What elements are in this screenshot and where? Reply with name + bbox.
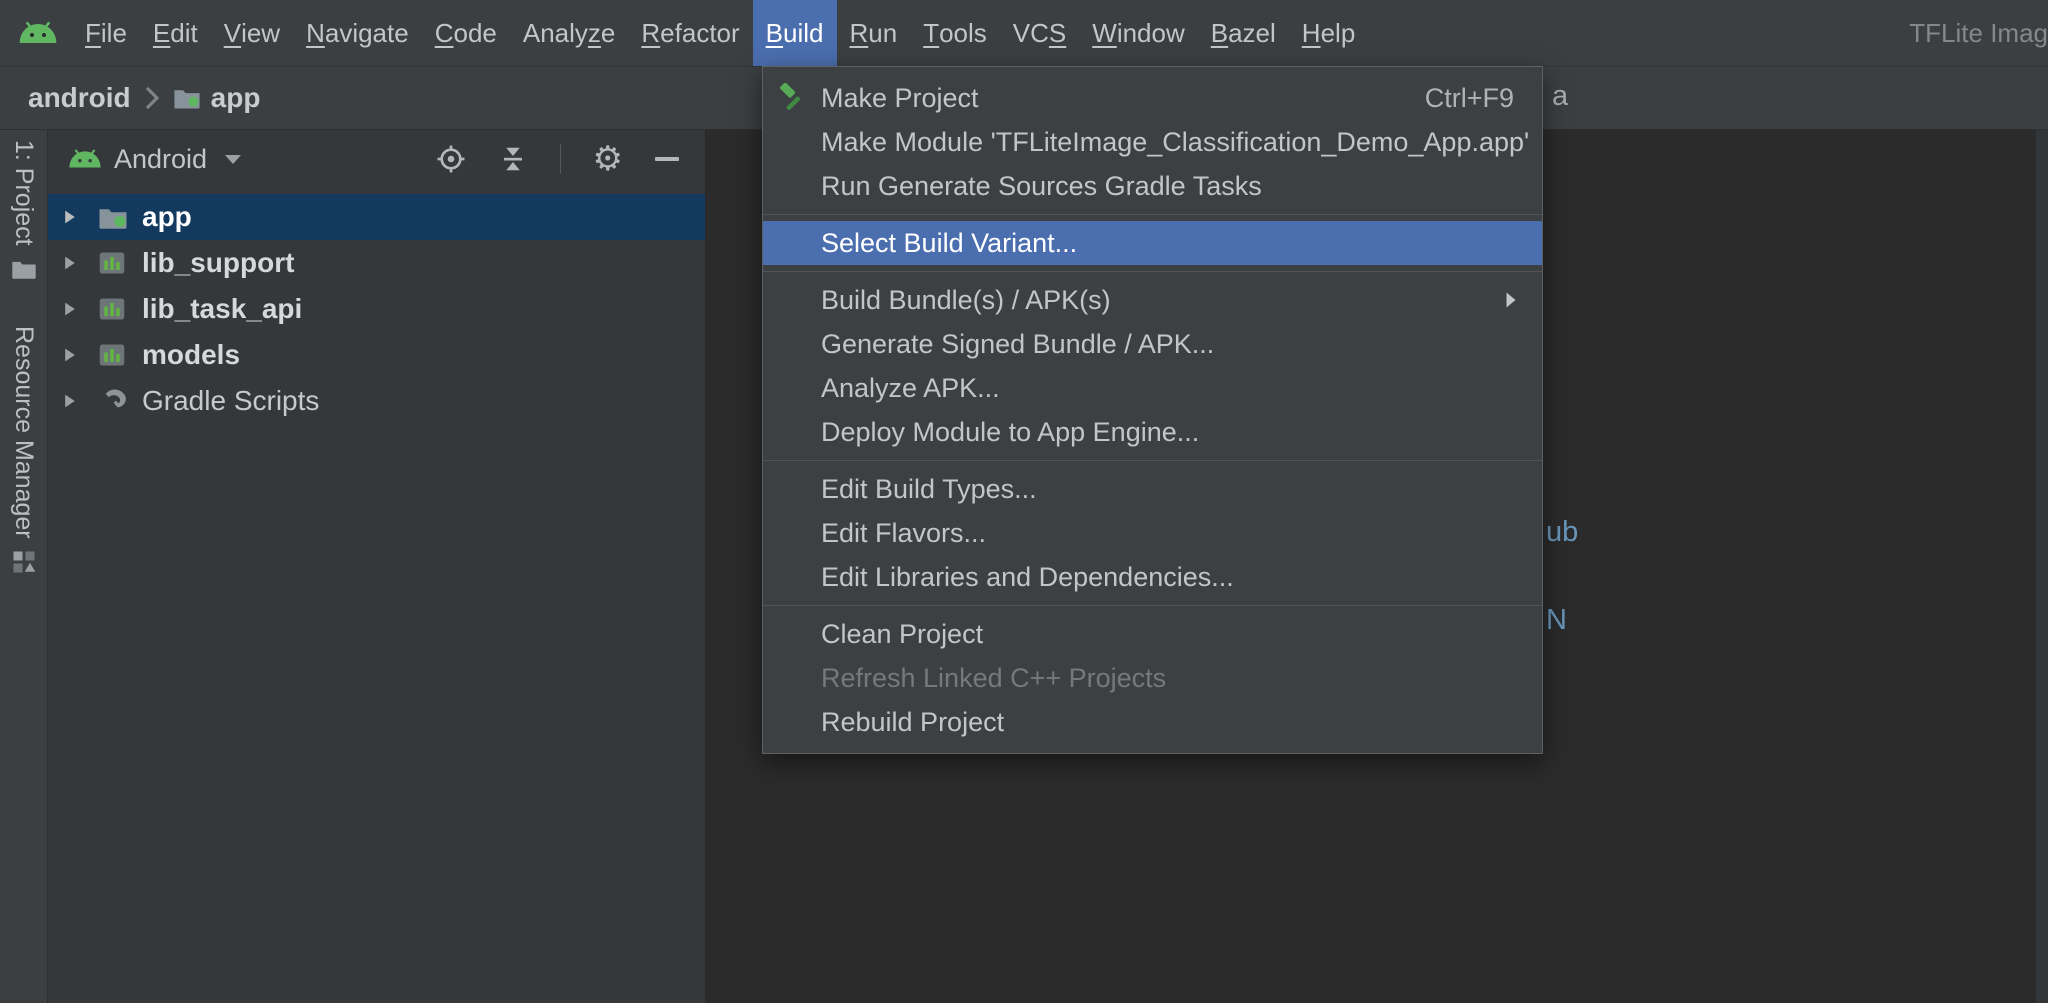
menu-item-refresh-linked-cpp: Refresh Linked C++ Projects: [821, 662, 1167, 693]
menu-vcs[interactable]: VC S: [1000, 0, 1079, 66]
window-title: TFLite Imag: [1909, 17, 2048, 48]
project-tree: app lib_support lib_task_api models Grad…: [48, 194, 705, 424]
breadcrumb-module-label: app: [210, 82, 261, 113]
chevron-down-icon: [225, 154, 242, 164]
editor-fragment: a: [1552, 80, 1569, 112]
hammer-icon: [763, 83, 821, 113]
build-menu-dropdown: Make Project Ctrl+F9 Make Module 'TFLite…: [762, 66, 1543, 754]
menu-build[interactable]: Build: [752, 0, 837, 66]
module-icon: [98, 249, 142, 277]
shortcut-label: Ctrl+F9: [1424, 82, 1514, 113]
tree-item-label: lib_task_api: [142, 293, 303, 324]
panel-header-actions: ⚙: [436, 142, 679, 176]
menu-tools[interactable]: Tools: [910, 0, 1000, 66]
menu-separator: [763, 605, 1542, 606]
menu-view[interactable]: View: [211, 0, 293, 66]
tree-item-label: app: [142, 201, 192, 232]
tree-item-lib-support[interactable]: lib_support: [48, 240, 705, 286]
menu-item-build-bundles-apks[interactable]: Build Bundle(s) / APK(s): [763, 278, 1542, 322]
android-view-icon: [69, 149, 101, 168]
menu-navigate[interactable]: Navigate: [293, 0, 422, 66]
tool-button-project-label: 1: Project: [10, 140, 38, 246]
gear-icon[interactable]: ⚙: [593, 142, 623, 176]
toolbar-divider: [559, 144, 561, 174]
menu-help[interactable]: Help: [1289, 0, 1368, 66]
menu-item-select-build-variant[interactable]: Select Build Variant...: [763, 221, 1542, 265]
menu-code[interactable]: Code: [422, 0, 510, 66]
tree-item-label: Gradle Scripts: [142, 385, 320, 416]
tree-item-gradle-scripts[interactable]: Gradle Scripts: [48, 378, 705, 424]
module-icon: [98, 295, 142, 323]
hide-panel-icon[interactable]: [655, 157, 679, 161]
menu-separator: [763, 214, 1542, 215]
menu-run[interactable]: Run: [837, 0, 911, 66]
menu-bazel[interactable]: Bazel: [1198, 0, 1289, 66]
tree-item-models[interactable]: models: [48, 332, 705, 378]
gradle-icon: [98, 389, 142, 413]
collapse-all-icon[interactable]: [498, 144, 528, 174]
tree-item-label: lib_support: [142, 247, 295, 278]
app-folder-icon: [174, 90, 200, 109]
breadcrumb-chevron-icon: [145, 86, 159, 110]
menu-item-edit-build-types[interactable]: Edit Build Types...: [763, 467, 1542, 511]
project-tool-window: Android ⚙ app lib_support lib_task_api m…: [48, 130, 706, 1003]
main-menubar: File Edit View Navigate Code Analy z e Ref…: [0, 0, 2048, 66]
menu-item-make-project[interactable]: Make Project Ctrl+F9: [763, 76, 1542, 120]
expand-arrow-icon[interactable]: [62, 347, 98, 363]
project-tool-icon: [11, 261, 36, 279]
menu-item-deploy-module-app-engine[interactable]: Deploy Module to App Engine...: [763, 410, 1542, 454]
project-view-selector[interactable]: Android: [68, 143, 242, 175]
android-logo-icon: [19, 21, 57, 43]
menu-window[interactable]: Window: [1079, 0, 1197, 66]
expand-arrow-icon[interactable]: [62, 393, 98, 409]
tool-button-project[interactable]: 1: Project: [9, 140, 38, 280]
menu-item-generate-signed-bundle[interactable]: Generate Signed Bundle / APK...: [763, 322, 1542, 366]
menu-file[interactable]: File: [72, 0, 140, 66]
resource-manager-icon: [13, 551, 35, 573]
project-view-label: Android: [114, 143, 208, 174]
tree-item-label: models: [142, 339, 241, 370]
menu-separator: [763, 271, 1542, 272]
editor-fragment: ub: [1546, 516, 1579, 548]
tree-item-app[interactable]: app: [48, 194, 705, 240]
editor-fragment: N: [1546, 604, 1567, 636]
menu-item-clean-project[interactable]: Clean Project: [763, 612, 1542, 656]
editor-scrollbar[interactable]: [2036, 130, 2048, 1003]
project-panel-header: Android ⚙: [48, 130, 705, 188]
menu-separator: [763, 460, 1542, 461]
expand-arrow-icon[interactable]: [62, 301, 98, 317]
android-studio-logo: [0, 0, 72, 66]
tree-item-lib-task-api[interactable]: lib_task_api: [48, 286, 705, 332]
android-studio-window: File Edit View Navigate Code Analy z e Ref…: [0, 0, 2048, 1003]
submenu-arrow-icon: [1504, 291, 1542, 309]
menu-item-analyze-apk[interactable]: Analyze APK...: [763, 366, 1542, 410]
menu-item-edit-flavors[interactable]: Edit Flavors...: [763, 511, 1542, 555]
menu-item-rebuild-project[interactable]: Rebuild Project: [763, 700, 1542, 744]
expand-arrow-icon[interactable]: [62, 255, 98, 271]
menu-analyze[interactable]: Analy z e: [510, 0, 629, 66]
tool-button-resource-manager-label: Resource Manager: [10, 325, 38, 539]
expand-arrow-icon[interactable]: [62, 209, 98, 225]
module-icon: [98, 341, 142, 369]
breadcrumb-project[interactable]: android: [28, 82, 131, 114]
menu-item-edit-libraries-dependencies[interactable]: Edit Libraries and Dependencies...: [763, 555, 1542, 599]
tool-button-resource-manager[interactable]: Resource Manager: [9, 326, 38, 575]
menu-item-run-generate-sources[interactable]: Run Generate Sources Gradle Tasks: [763, 164, 1542, 208]
left-tool-stripe: 1: Project Resource Manager: [0, 130, 48, 1003]
menu-item-make-module[interactable]: Make Module 'TFLiteImage_Classification_…: [763, 120, 1542, 164]
menu-refactor[interactable]: Refactor: [628, 0, 752, 66]
locate-target-icon[interactable]: [436, 144, 466, 174]
menu-edit[interactable]: Edit: [140, 0, 211, 66]
breadcrumb-module[interactable]: app: [173, 82, 261, 114]
app-folder-icon: [98, 205, 142, 230]
